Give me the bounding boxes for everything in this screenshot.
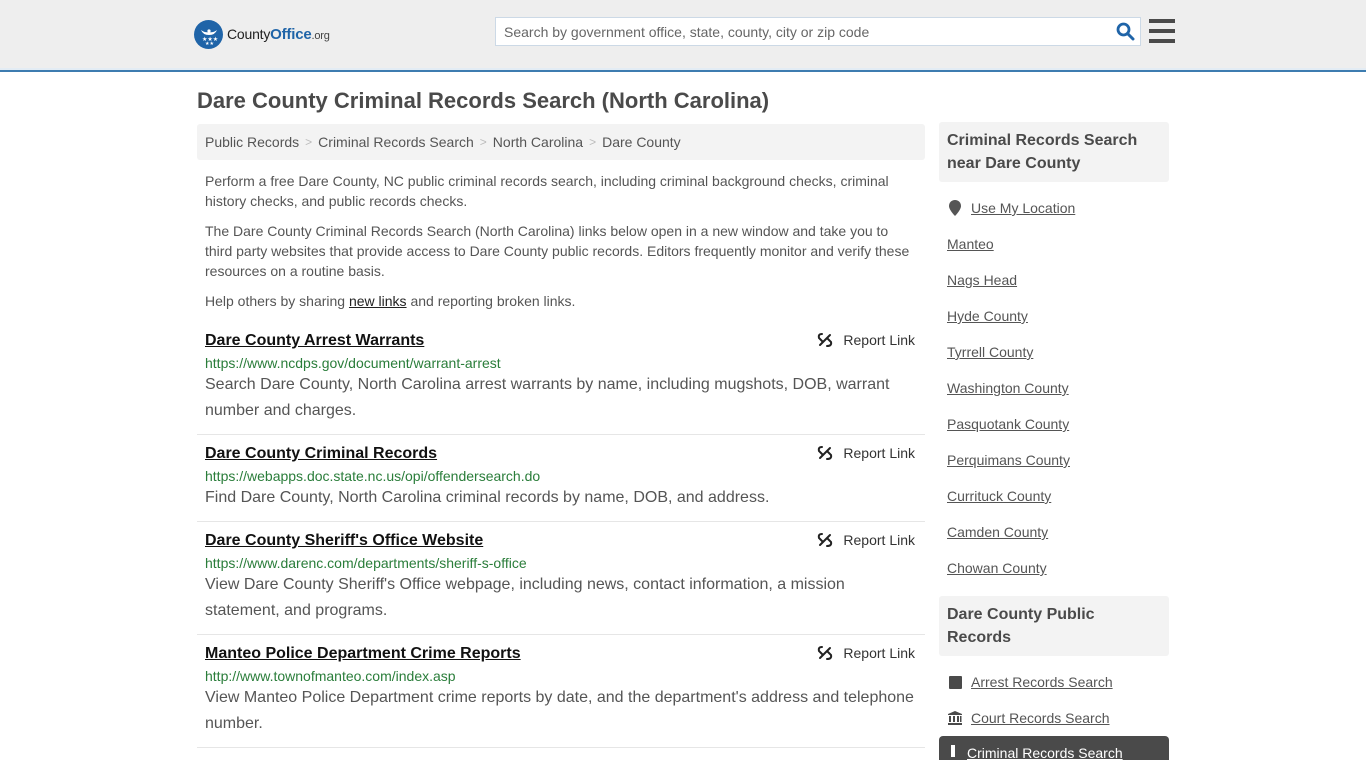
report-link-button[interactable]: Report Link <box>817 645 915 661</box>
logo-wordmark: CountyOffice.org <box>227 26 330 43</box>
nearby-item: Camden County <box>947 514 1161 550</box>
result-description: Search Dare County, North Carolina arres… <box>205 376 890 419</box>
courthouse-icon <box>947 711 963 725</box>
breadcrumb-north-carolina[interactable]: North Carolina <box>493 134 583 150</box>
nearby-item: Tyrrell County <box>947 334 1161 370</box>
result-description: Find Dare County, North Carolina crimina… <box>205 489 770 506</box>
menu-bar <box>1149 19 1175 23</box>
broken-link-icon <box>818 533 833 547</box>
nearby-item: Washington County <box>947 370 1161 406</box>
menu-bar <box>1149 29 1175 33</box>
use-my-location-item: Use My Location <box>947 190 1161 226</box>
svg-text:★★: ★★ <box>205 41 214 46</box>
report-link-label: Report Link <box>843 532 915 548</box>
use-my-location-link[interactable]: Use My Location <box>971 200 1075 216</box>
nearby-item: Pasquotank County <box>947 406 1161 442</box>
search-icon <box>1116 22 1134 41</box>
search-input[interactable] <box>496 18 1110 45</box>
nearby-link-washington-county[interactable]: Washington County <box>947 380 1069 396</box>
criminal-records-search-link[interactable]: Criminal Records Search <box>967 746 1123 760</box>
nearby-link-tyrrell-county[interactable]: Tyrrell County <box>947 344 1033 360</box>
result-title-link[interactable]: Dare County Criminal Records <box>205 445 437 463</box>
page-title: Dare County Criminal Records Search (Nor… <box>197 88 770 113</box>
nearby-item: Chowan County <box>947 550 1161 586</box>
public-records-heading: Dare County Public Records <box>939 596 1169 656</box>
broken-link-icon <box>818 646 833 660</box>
menu-bar <box>1149 39 1175 43</box>
intro-text: Perform a free Dare County, NC public cr… <box>205 171 917 321</box>
result-title-link[interactable]: Dare County Sheriff's Office Website <box>205 532 483 550</box>
results-list: Dare County Arrest Warrants Report Link … <box>197 322 925 748</box>
nearby-link-hyde-county[interactable]: Hyde County <box>947 308 1028 324</box>
site-logo[interactable]: ★★★ ★★ CountyOffice.org <box>194 20 330 49</box>
result-url[interactable]: https://www.ncdps.gov/document/warrant-a… <box>205 355 917 371</box>
intro-text-fragment: Help others by sharing <box>205 293 349 309</box>
nearby-item: Currituck County <box>947 478 1161 514</box>
nearby-link-pasquotank-county[interactable]: Pasquotank County <box>947 416 1069 432</box>
nearby-heading: Criminal Records Search near Dare County <box>939 122 1169 182</box>
breadcrumb-criminal-records-search[interactable]: Criminal Records Search <box>318 134 474 150</box>
breadcrumb-separator: > <box>479 135 487 149</box>
report-link-button[interactable]: Report Link <box>817 332 915 348</box>
result-url[interactable]: http://www.townofmanteo.com/index.asp <box>205 668 917 684</box>
result-item: Manteo Police Department Crime Reports R… <box>197 635 925 748</box>
intro-paragraph-3: Help others by sharing new links and rep… <box>205 291 917 311</box>
intro-paragraph-2: The Dare County Criminal Records Search … <box>205 223 910 279</box>
public-records-list: Arrest Records Search Court Records Sear… <box>939 656 1169 736</box>
nearby-item: Manteo <box>947 226 1161 262</box>
result-url[interactable]: https://www.darenc.com/departments/sheri… <box>205 555 917 571</box>
breadcrumb-dare-county[interactable]: Dare County <box>602 134 681 150</box>
nearby-item: Perquimans County <box>947 442 1161 478</box>
result-title-link[interactable]: Manteo Police Department Crime Reports <box>205 645 521 663</box>
square-icon <box>947 675 963 689</box>
broken-link-icon <box>818 446 833 460</box>
report-link-button[interactable]: Report Link <box>817 532 915 548</box>
sidebar: Criminal Records Search near Dare County… <box>939 122 1169 760</box>
eagle-stars-logo-icon: ★★★ ★★ <box>194 20 223 49</box>
breadcrumb-separator: > <box>589 135 597 149</box>
report-link-label: Report Link <box>843 645 915 661</box>
nearby-link-currituck-county[interactable]: Currituck County <box>947 488 1051 504</box>
result-url[interactable]: https://webapps.doc.state.nc.us/opi/offe… <box>205 468 917 484</box>
logo-tld: .org <box>311 30 330 42</box>
public-records-item: Arrest Records Search <box>947 664 1161 700</box>
result-description: View Manteo Police Department crime repo… <box>205 689 914 732</box>
report-link-button[interactable]: Report Link <box>817 445 915 461</box>
result-item: Dare County Arrest Warrants Report Link … <box>197 322 925 435</box>
search-bar <box>495 17 1141 46</box>
nearby-item: Hyde County <box>947 298 1161 334</box>
result-title-link[interactable]: Dare County Arrest Warrants <box>205 332 424 350</box>
nearby-link-chowan-county[interactable]: Chowan County <box>947 560 1047 576</box>
nearby-item: Nags Head <box>947 262 1161 298</box>
intro-paragraph-1: Perform a free Dare County, NC public cr… <box>205 173 889 209</box>
result-item: Dare County Sheriff's Office Website Rep… <box>197 522 925 635</box>
intro-text-fragment: and reporting broken links. <box>406 293 576 309</box>
nearby-list: Use My Location Manteo Nags Head Hyde Co… <box>939 182 1169 590</box>
breadcrumb: Public Records > Criminal Records Search… <box>197 124 925 160</box>
result-item: Dare County Criminal Records Report Link… <box>197 435 925 522</box>
breadcrumb-separator: > <box>305 135 313 149</box>
report-link-label: Report Link <box>843 445 915 461</box>
result-description: View Dare County Sheriff's Office webpag… <box>205 576 845 619</box>
exclamation-icon <box>951 744 955 760</box>
new-links-link[interactable]: new links <box>349 293 407 309</box>
nearby-link-camden-county[interactable]: Camden County <box>947 524 1048 540</box>
map-marker-icon <box>947 200 963 216</box>
search-button[interactable] <box>1110 18 1140 45</box>
logo-brand: Office <box>270 26 312 43</box>
nearby-link-perquimans-county[interactable]: Perquimans County <box>947 452 1070 468</box>
public-records-item: Court Records Search <box>947 700 1161 736</box>
nearby-link-manteo[interactable]: Manteo <box>947 236 994 252</box>
nearby-link-nags-head[interactable]: Nags Head <box>947 272 1017 288</box>
hamburger-menu-icon[interactable] <box>1149 19 1175 43</box>
arrest-records-search-link[interactable]: Arrest Records Search <box>971 674 1113 690</box>
breadcrumb-public-records[interactable]: Public Records <box>205 134 299 150</box>
court-records-search-link[interactable]: Court Records Search <box>971 710 1110 726</box>
criminal-records-search-active-item[interactable]: Criminal Records Search <box>939 736 1169 760</box>
site-header: ★★★ ★★ CountyOffice.org <box>0 0 1366 72</box>
broken-link-icon <box>818 333 833 347</box>
logo-prefix: County <box>227 26 271 42</box>
report-link-label: Report Link <box>843 332 915 348</box>
